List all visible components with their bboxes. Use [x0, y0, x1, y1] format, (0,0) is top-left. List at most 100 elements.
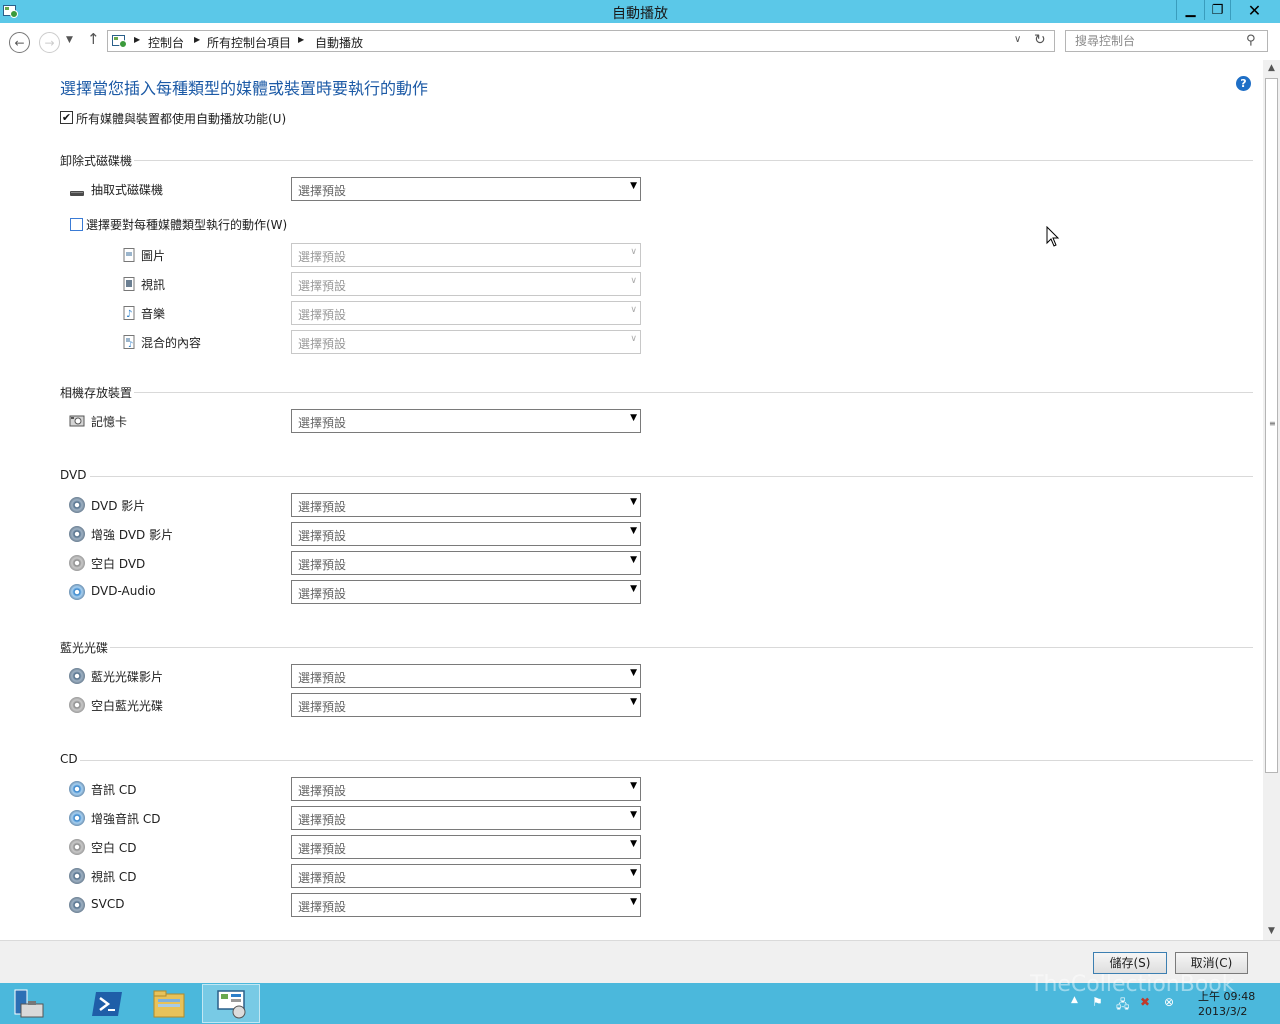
blank-bluray-icon	[69, 697, 85, 713]
section-divider	[110, 647, 1253, 648]
up-button[interactable]: ↑	[87, 30, 100, 48]
select-video[interactable]: 選擇預設 ∨	[291, 272, 641, 296]
control-panel-icon	[112, 35, 127, 48]
video-file-icon	[123, 277, 135, 291]
restore-button[interactable]: ❐	[1204, 0, 1230, 20]
row-label-pictures: 圖片	[141, 249, 166, 263]
chevron-down-icon: ▼	[630, 555, 637, 565]
select-mixed-content[interactable]: 選擇預設 ∨	[291, 330, 641, 354]
close-icon: ✕	[1247, 0, 1262, 20]
audio-cd-icon	[69, 781, 85, 797]
select-enhanced-dvd-movie[interactable]: 選擇預設 ▼	[291, 522, 641, 546]
chevron-down-icon: ▼	[630, 781, 637, 791]
chevron-down-icon: ∨	[630, 276, 637, 286]
action-center-icon[interactable]: ⊗	[1164, 995, 1174, 1009]
control-panel-icon	[217, 989, 246, 1018]
use-autoplay-checkbox[interactable]: ✔	[60, 111, 73, 124]
search-input[interactable]	[1066, 31, 1241, 51]
breadcrumb-control-panel[interactable]: 控制台	[148, 34, 184, 51]
recent-locations-button[interactable]: ▼	[66, 35, 73, 45]
enhanced-audio-cd-icon	[69, 810, 85, 826]
select-svcd[interactable]: 選擇預設 ▼	[291, 893, 641, 917]
row-label-music: 音樂	[141, 307, 166, 321]
chevron-down-icon: ▼	[630, 181, 637, 191]
folder-icon	[153, 990, 185, 1017]
chevron-down-icon[interactable]: ∨	[1014, 34, 1021, 45]
clock-date[interactable]: 2013/3/2	[1198, 1005, 1247, 1018]
taskbar-file-explorer[interactable]	[140, 984, 198, 1023]
forward-arrow-icon: →	[44, 35, 55, 50]
taskbar-powershell[interactable]	[78, 984, 136, 1023]
select-memory-card[interactable]: 選擇預設 ▼	[291, 409, 641, 433]
address-bar[interactable]: ▶ 控制台 ▶ 所有控制台項目 ▶ 自動播放 ∨ ↻	[107, 30, 1055, 52]
row-label-bluray-movie: 藍光光碟影片	[91, 670, 164, 684]
row-label-enhanced-dvd-movie: 增強 DVD 影片	[91, 528, 174, 542]
select-bluray-movie[interactable]: 選擇預設 ▼	[291, 664, 641, 688]
blank-cd-icon	[69, 839, 85, 855]
taskbar-control-panel[interactable]	[202, 984, 260, 1023]
watermark-text: TheCollectionBook	[1030, 972, 1235, 997]
breadcrumb-separator-icon[interactable]: ▶	[194, 35, 200, 44]
back-button[interactable]: ←	[9, 32, 30, 53]
taskbar-server-manager[interactable]	[1, 984, 59, 1023]
per-type-checkbox[interactable]	[70, 218, 83, 231]
close-button[interactable]: ✕	[1230, 0, 1278, 20]
mixed-content-file-icon: ♪	[123, 335, 135, 349]
per-type-label[interactable]: 選擇要對每種媒體類型執行的動作(W)	[86, 216, 287, 233]
select-removable-drive[interactable]: 選擇預設 ▼	[291, 177, 641, 201]
search-box[interactable]: ⚲	[1065, 30, 1268, 52]
select-dvd-audio[interactable]: 選擇預設 ▼	[291, 580, 641, 604]
chevron-down-icon: ▼	[630, 668, 637, 678]
title-bar: 自動播放 ▁ ❐ ✕	[0, 0, 1280, 23]
select-blank-bluray[interactable]: 選擇預設 ▼	[291, 693, 641, 717]
chevron-down-icon: ∨	[630, 334, 637, 344]
volume-muted-icon[interactable]: ✖	[1140, 995, 1150, 1009]
scroll-down-arrow-icon[interactable]: ▼	[1263, 923, 1280, 940]
svcd-icon	[69, 897, 85, 913]
back-arrow-icon: ←	[14, 35, 25, 50]
grip-icon: ≡	[1269, 419, 1276, 428]
cancel-button[interactable]: 取消(C)	[1175, 952, 1248, 974]
bluray-movie-icon	[69, 668, 85, 684]
breadcrumb-separator-icon[interactable]: ▶	[298, 35, 304, 44]
scroll-up-arrow-icon[interactable]: ▲	[1263, 60, 1280, 77]
chevron-down-icon: ▼	[630, 897, 637, 907]
select-audio-cd[interactable]: 選擇預設 ▼	[291, 777, 641, 801]
minimize-button[interactable]: ▁	[1176, 0, 1204, 20]
select-video-cd[interactable]: 選擇預設 ▼	[291, 864, 641, 888]
vertical-scrollbar[interactable]: ▲ ≡ ▼	[1263, 60, 1280, 940]
select-blank-dvd[interactable]: 選擇預設 ▼	[291, 551, 641, 575]
chevron-down-icon: ▼	[66, 35, 73, 45]
breadcrumb-autoplay[interactable]: 自動播放	[315, 34, 363, 51]
help-icon[interactable]: ?	[1236, 76, 1251, 91]
chevron-down-icon: ▼	[630, 697, 637, 707]
network-icon[interactable]: 🖧	[1116, 995, 1129, 1016]
section-title-cd: CD	[60, 752, 78, 766]
mouse-cursor-icon	[1046, 226, 1060, 247]
breadcrumb-all-items[interactable]: 所有控制台項目	[207, 34, 291, 51]
search-icon[interactable]: ⚲	[1246, 33, 1256, 48]
section-title-removable: 卸除式磁碟機	[60, 154, 133, 168]
chevron-down-icon: ▼	[630, 868, 637, 878]
forward-button[interactable]: →	[39, 32, 60, 53]
refresh-icon[interactable]: ↻	[1034, 32, 1046, 48]
dvd-movie-icon	[69, 497, 85, 513]
row-label-video-cd: 視訊 CD	[91, 870, 137, 884]
row-label-dvd-movie: DVD 影片	[91, 499, 146, 513]
flag-icon[interactable]: ⚑	[1092, 995, 1103, 1009]
select-dvd-movie[interactable]: 選擇預設 ▼	[291, 493, 641, 517]
select-music[interactable]: 選擇預設 ∨	[291, 301, 641, 325]
scrollbar-thumb[interactable]: ≡	[1265, 78, 1278, 773]
select-blank-cd[interactable]: 選擇預設 ▼	[291, 835, 641, 859]
restore-icon: ❐	[1211, 2, 1224, 18]
breadcrumb-separator-icon[interactable]: ▶	[134, 35, 140, 44]
row-label-removable-drive: 抽取式磁碟機	[91, 183, 164, 197]
section-divider	[134, 392, 1253, 393]
select-enhanced-audio-cd[interactable]: 選擇預設 ▼	[291, 806, 641, 830]
use-autoplay-label[interactable]: 所有媒體與裝置都使用自動播放功能(U)	[76, 110, 286, 127]
section-title-dvd: DVD	[60, 468, 87, 482]
select-pictures[interactable]: 選擇預設 ∨	[291, 243, 641, 267]
dvd-audio-icon	[69, 584, 85, 600]
save-button[interactable]: 儲存(S)	[1093, 952, 1167, 974]
row-label-mixed-content: 混合的內容	[141, 336, 202, 350]
